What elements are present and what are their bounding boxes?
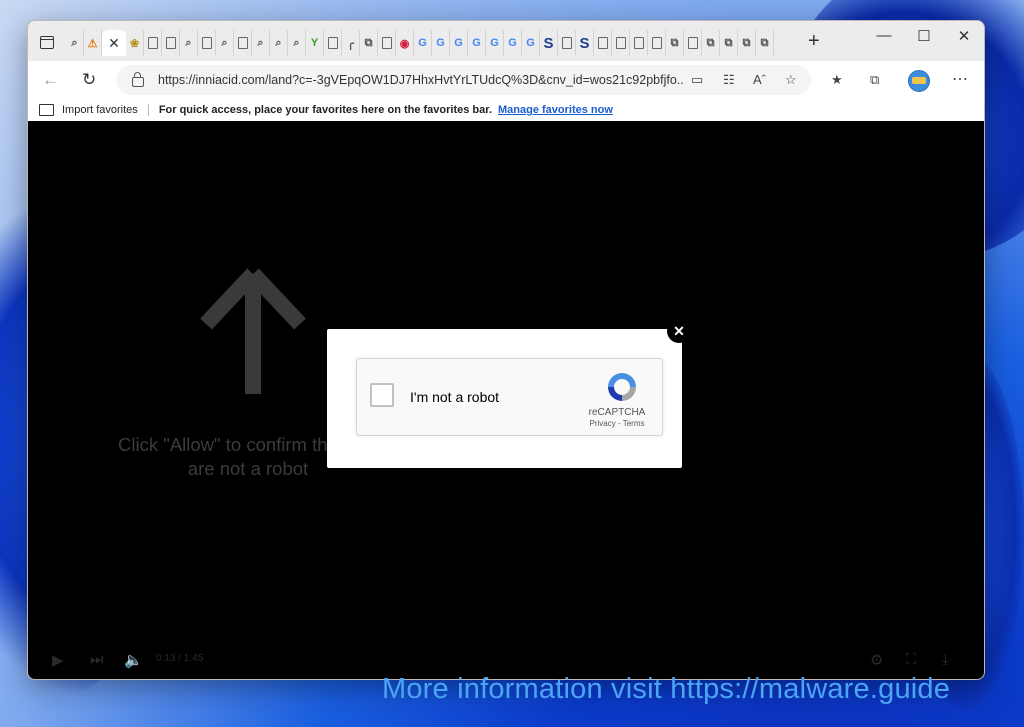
watermark-text: More information visit https://malware.g…	[382, 673, 951, 705]
address-bar-row: ← ↻ https://inniacid.com/land?c=-3gVEpqO…	[28, 61, 984, 99]
url-text[interactable]: https://inniacid.com/land?c=-3gVEpqOW1DJ…	[158, 73, 683, 87]
favorites-hint: For quick access, place your favorites h…	[158, 104, 492, 116]
refresh-icon[interactable]: ↻	[82, 70, 96, 90]
grid-icon[interactable]: ☷	[723, 72, 735, 88]
close-window-button[interactable]: ✕	[944, 27, 984, 45]
new-tab-button[interactable]: +	[808, 30, 820, 53]
tab-document-icon[interactable]	[324, 30, 342, 56]
up-arrow-icon	[200, 268, 306, 394]
import-favorites-link[interactable]: Import favorites	[62, 104, 138, 116]
tab-active-close-icon[interactable]: ✕	[102, 30, 126, 56]
tab-google-icon[interactable]: G	[414, 30, 432, 56]
tab-document-icon[interactable]	[234, 30, 252, 56]
tab-document-icon[interactable]	[198, 30, 216, 56]
tab-google-icon[interactable]: G	[468, 30, 486, 56]
tab-lips-icon[interactable]: ◉	[396, 30, 414, 56]
tab-multi-doc-icon[interactable]: ⧉	[360, 30, 378, 56]
fullscreen-icon[interactable]: ⛶	[906, 651, 917, 668]
tab-google-icon[interactable]: G	[432, 30, 450, 56]
favorites-separator	[147, 104, 149, 116]
tab-warning-icon[interactable]: ⚠	[84, 30, 102, 56]
tab-curve-icon[interactable]: ╭	[342, 30, 360, 56]
more-menu-icon[interactable]: ⋯	[952, 69, 968, 89]
tab-document-icon[interactable]	[648, 30, 666, 56]
tab-strip: ⌕ ⚠ ✕ ❀ ⌕ ⌕ ⌕ ⌕ ⌕ Y ╭ ⧉ ◉ G G G G G G G	[66, 29, 774, 57]
tab-multi-doc-icon[interactable]: ⧉	[720, 30, 738, 56]
tab-document-icon[interactable]	[684, 30, 702, 56]
tab-search-icon[interactable]: ⌕	[66, 30, 84, 56]
tab-search-icon[interactable]: ⌕	[252, 30, 270, 56]
profile-avatar[interactable]	[908, 70, 930, 92]
tab-multi-doc-icon[interactable]: ⧉	[702, 30, 720, 56]
read-aloud-icon[interactable]: Aˆ	[753, 72, 766, 87]
tab-google-icon[interactable]: G	[522, 30, 540, 56]
lock-icon[interactable]	[132, 72, 144, 87]
minimize-button[interactable]: —	[864, 27, 904, 44]
tab-s-icon[interactable]: S	[576, 30, 594, 56]
tab-multi-doc-icon[interactable]: ⧉	[666, 30, 684, 56]
collections-icon[interactable]: ⧉	[870, 72, 879, 88]
tab-bar: ⌕ ⚠ ✕ ❀ ⌕ ⌕ ⌕ ⌕ ⌕ Y ╭ ⧉ ◉ G G G G G G G	[28, 21, 984, 61]
tab-s-icon[interactable]: S	[540, 30, 558, 56]
tab-google-icon[interactable]: G	[504, 30, 522, 56]
popup-close-button[interactable]: ✕	[667, 319, 691, 343]
tab-multi-doc-icon[interactable]: ⧉	[756, 30, 774, 56]
settings-gear-icon[interactable]: ⚙	[870, 651, 883, 669]
recaptcha-widget: I'm not a robot reCAPTCHA Privacy - Term…	[356, 358, 663, 436]
recaptcha-brand: reCAPTCHA	[588, 407, 646, 418]
tab-multi-doc-icon[interactable]: ⧉	[738, 30, 756, 56]
tab-google-icon[interactable]: G	[486, 30, 504, 56]
robot-checkbox[interactable]	[370, 383, 394, 407]
tab-document-icon[interactable]	[630, 30, 648, 56]
tab-fox-icon[interactable]: ❀	[126, 30, 144, 56]
tab-search-icon[interactable]: ⌕	[180, 30, 198, 56]
address-bar[interactable]: https://inniacid.com/land?c=-3gVEpqOW1DJ…	[116, 65, 811, 95]
tab-document-icon[interactable]	[594, 30, 612, 56]
volume-icon[interactable]: 🔈	[124, 651, 143, 669]
tab-search-icon[interactable]: ⌕	[216, 30, 234, 56]
captcha-label: I'm not a robot	[410, 389, 500, 405]
tab-google-icon[interactable]: G	[450, 30, 468, 56]
app-available-icon[interactable]: ▭	[691, 72, 703, 88]
tab-search-icon[interactable]: ⌕	[288, 30, 306, 56]
manage-favorites-link[interactable]: Manage favorites now	[498, 104, 613, 116]
tab-y-icon[interactable]: Y	[306, 30, 324, 56]
play-icon[interactable]: ▶	[52, 651, 64, 669]
tab-document-icon[interactable]	[558, 30, 576, 56]
tab-document-icon[interactable]	[612, 30, 630, 56]
folder-icon[interactable]	[39, 104, 54, 116]
privacy-terms-links[interactable]: Privacy - Terms	[581, 419, 653, 428]
favorites-icon[interactable]: ★	[831, 72, 843, 88]
maximize-button[interactable]: ☐	[904, 27, 944, 45]
tab-document-icon[interactable]	[162, 30, 180, 56]
tab-actions-icon[interactable]	[36, 31, 58, 53]
skip-next-icon[interactable]: ⏭	[90, 651, 104, 668]
download-icon[interactable]: ⤓	[942, 651, 949, 668]
tab-search-icon[interactable]: ⌕	[270, 30, 288, 56]
video-time: 0:13 / 1:45	[156, 653, 204, 664]
back-arrow-icon[interactable]: ←	[42, 70, 59, 90]
recaptcha-logo-icon	[608, 373, 636, 401]
tab-document-icon[interactable]	[144, 30, 162, 56]
add-favorite-icon[interactable]: ☆	[785, 72, 797, 88]
tab-document-icon[interactable]	[378, 30, 396, 56]
favorites-bar: Import favorites For quick access, place…	[28, 99, 984, 122]
